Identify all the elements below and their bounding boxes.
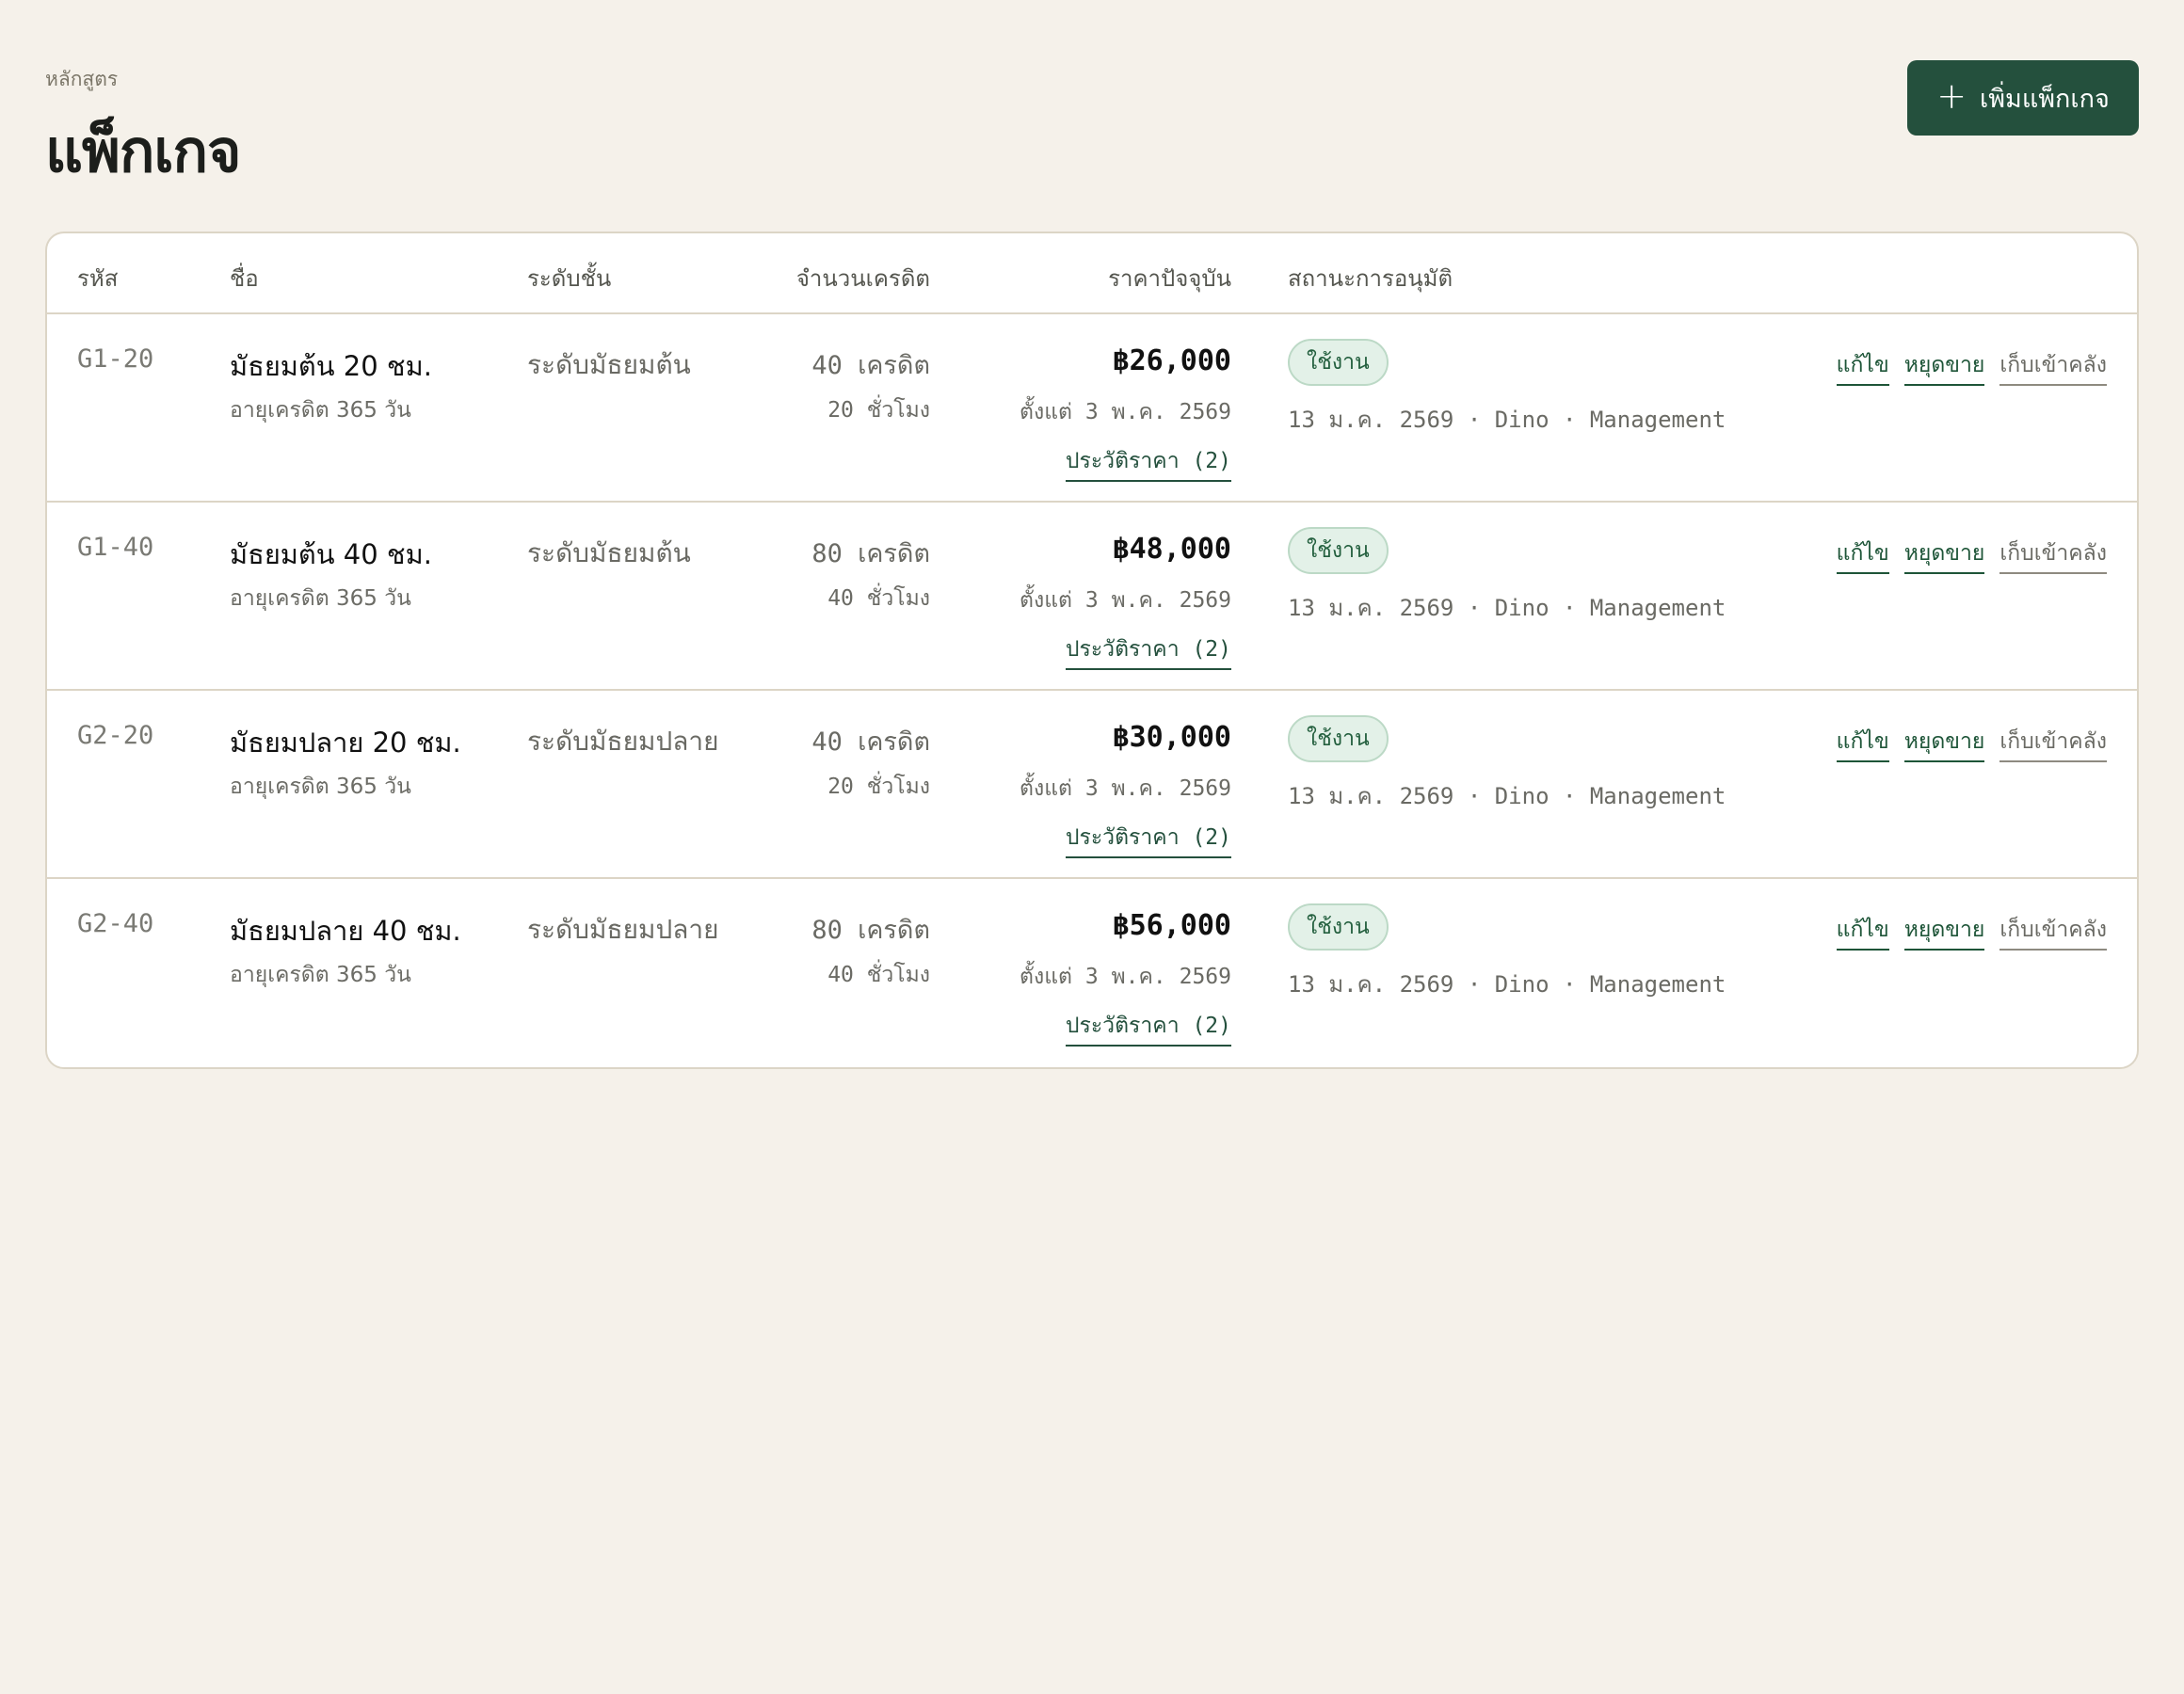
column-header-approval: สถานะการอนุมัติ bbox=[1288, 265, 1453, 292]
price-history-link[interactable]: ประวัติราคา (2) bbox=[1065, 444, 1231, 482]
add-package-label: เพิ่มแพ็กเกจ bbox=[1980, 84, 2110, 114]
package-hours: 20 ชั่วโมง bbox=[827, 398, 930, 423]
price-history-link[interactable]: ประวัติราคา (2) bbox=[1065, 1009, 1231, 1047]
package-code: G1-40 bbox=[77, 533, 154, 562]
package-code: G2-40 bbox=[77, 909, 154, 938]
status-badge: ใช้งาน bbox=[1288, 527, 1389, 574]
package-validity: อายุเครดิต 365 วัน bbox=[230, 398, 411, 423]
price-effective-date: ตั้งแต่ 3 พ.ค. 2569 bbox=[1020, 400, 1231, 424]
stop-selling-link[interactable]: หยุดขาย bbox=[1903, 536, 1985, 574]
price-effective-date: ตั้งแต่ 3 พ.ค. 2569 bbox=[1020, 776, 1231, 801]
package-price: ฿30,000 bbox=[1112, 721, 1231, 754]
table-row: G1-20 มัธยมต้น 20 ชม. อายุเครดิต 365 วัน… bbox=[47, 314, 2137, 503]
packages-page: หลักสูตร แพ็กเกจ + เพิ่มแพ็กเกจ รหัส ชื่… bbox=[0, 0, 2184, 1694]
package-price: ฿26,000 bbox=[1112, 344, 1231, 377]
archive-link[interactable]: เก็บเข้าคลัง bbox=[1999, 348, 2107, 386]
status-badge: ใช้งาน bbox=[1288, 339, 1389, 386]
stop-selling-link[interactable]: หยุดขาย bbox=[1903, 725, 1985, 762]
plus-icon: + bbox=[1936, 75, 1967, 117]
breadcrumb[interactable]: หลักสูตร bbox=[45, 64, 118, 95]
package-code: G2-20 bbox=[77, 721, 154, 750]
row-actions: แก้ไข หยุดขาย เก็บเข้าคลัง bbox=[1836, 348, 2107, 386]
package-level: ระดับมัธยมต้น bbox=[527, 349, 691, 380]
column-header-name: ชื่อ bbox=[230, 265, 259, 292]
add-package-button[interactable]: + เพิ่มแพ็กเกจ bbox=[1907, 60, 2139, 136]
package-level: ระดับมัธยมปลาย bbox=[527, 914, 719, 945]
page-title: แพ็กเกจ bbox=[45, 117, 241, 185]
package-name: มัธยมปลาย 40 ชม. bbox=[230, 915, 461, 947]
column-header-level: ระดับชั้น bbox=[527, 265, 612, 292]
edit-link[interactable]: แก้ไข bbox=[1836, 348, 1889, 386]
table-row: G2-40 มัธยมปลาย 40 ชม. อายุเครดิต 365 วั… bbox=[47, 879, 2137, 1067]
status-badge: ใช้งาน bbox=[1288, 903, 1389, 951]
package-name: มัธยมปลาย 20 ชม. bbox=[230, 727, 461, 759]
column-header-price: ราคาปัจจุบัน bbox=[1108, 265, 1231, 292]
package-credits: 80 เครดิต bbox=[811, 916, 930, 945]
archive-link[interactable]: เก็บเข้าคลัง bbox=[1999, 725, 2107, 762]
edit-link[interactable]: แก้ไข bbox=[1836, 725, 1889, 762]
package-credits: 80 เครดิต bbox=[811, 539, 930, 568]
edit-link[interactable]: แก้ไข bbox=[1836, 913, 1889, 951]
archive-link[interactable]: เก็บเข้าคลัง bbox=[1999, 913, 2107, 951]
package-credits: 40 เครดิต bbox=[811, 727, 930, 757]
package-validity: อายุเครดิต 365 วัน bbox=[230, 586, 411, 611]
packages-table: รหัส ชื่อ ระดับชั้น จำนวนเครดิต ราคาปัจจ… bbox=[45, 232, 2139, 1069]
table-row: G1-40 มัธยมต้น 40 ชม. อายุเครดิต 365 วัน… bbox=[47, 503, 2137, 691]
price-history-link[interactable]: ประวัติราคา (2) bbox=[1065, 632, 1231, 670]
row-actions: แก้ไข หยุดขาย เก็บเข้าคลัง bbox=[1836, 536, 2107, 574]
package-code: G1-20 bbox=[77, 344, 154, 374]
package-level: ระดับมัธยมปลาย bbox=[527, 726, 719, 757]
price-effective-date: ตั้งแต่ 3 พ.ค. 2569 bbox=[1020, 588, 1231, 613]
package-level: ระดับมัธยมต้น bbox=[527, 537, 691, 568]
stop-selling-link[interactable]: หยุดขาย bbox=[1903, 348, 1985, 386]
package-name: มัธยมต้น 20 ชม. bbox=[230, 350, 432, 382]
price-effective-date: ตั้งแต่ 3 พ.ค. 2569 bbox=[1020, 965, 1231, 989]
package-hours: 40 ชั่วโมง bbox=[827, 963, 930, 987]
approval-info: 13 ม.ค. 2569 · Dino · Management bbox=[1288, 407, 1726, 433]
approval-info: 13 ม.ค. 2569 · Dino · Management bbox=[1288, 783, 1726, 809]
package-hours: 20 ชั่วโมง bbox=[827, 775, 930, 799]
package-credits: 40 เครดิต bbox=[811, 351, 930, 380]
package-validity: อายุเครดิต 365 วัน bbox=[230, 775, 411, 799]
table-header: รหัส ชื่อ ระดับชั้น จำนวนเครดิต ราคาปัจจ… bbox=[47, 233, 2137, 314]
column-header-code: รหัส bbox=[77, 265, 119, 292]
table-row: G2-20 มัธยมปลาย 20 ชม. อายุเครดิต 365 วั… bbox=[47, 691, 2137, 879]
package-price: ฿56,000 bbox=[1112, 909, 1231, 942]
row-actions: แก้ไข หยุดขาย เก็บเข้าคลัง bbox=[1836, 725, 2107, 762]
approval-info: 13 ม.ค. 2569 · Dino · Management bbox=[1288, 971, 1726, 998]
status-badge: ใช้งาน bbox=[1288, 715, 1389, 762]
package-price: ฿48,000 bbox=[1112, 533, 1231, 566]
approval-info: 13 ม.ค. 2569 · Dino · Management bbox=[1288, 595, 1726, 621]
edit-link[interactable]: แก้ไข bbox=[1836, 536, 1889, 574]
price-history-link[interactable]: ประวัติราคา (2) bbox=[1065, 821, 1231, 858]
stop-selling-link[interactable]: หยุดขาย bbox=[1903, 913, 1985, 951]
package-name: มัธยมต้น 40 ชม. bbox=[230, 538, 432, 570]
package-validity: อายุเครดิต 365 วัน bbox=[230, 963, 411, 987]
package-hours: 40 ชั่วโมง bbox=[827, 586, 930, 611]
archive-link[interactable]: เก็บเข้าคลัง bbox=[1999, 536, 2107, 574]
row-actions: แก้ไข หยุดขาย เก็บเข้าคลัง bbox=[1836, 913, 2107, 951]
column-header-credits: จำนวนเครดิต bbox=[795, 265, 930, 292]
